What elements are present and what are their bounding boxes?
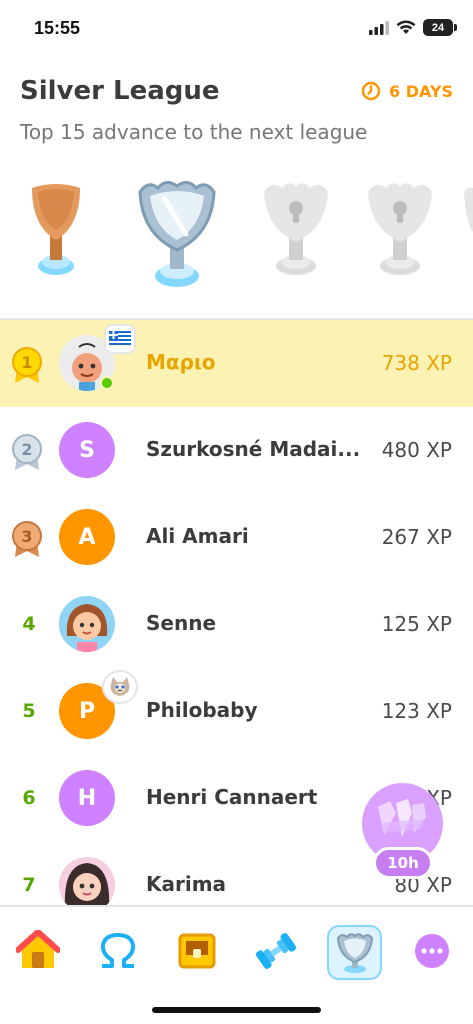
league-subtitle: Top 15 advance to the next league bbox=[20, 120, 368, 144]
user-xp: 738 XP bbox=[381, 351, 452, 375]
user-name: Szurkosné Madai... bbox=[146, 437, 361, 461]
user-xp: 267 XP bbox=[381, 525, 452, 549]
silver-medal-icon: 2 bbox=[12, 434, 42, 470]
user-name: Henri Cannaert bbox=[146, 785, 318, 809]
greece-flag-icon bbox=[109, 331, 131, 347]
user-name: Philobaby bbox=[146, 698, 258, 722]
league-title: Silver League bbox=[20, 76, 220, 106]
bronze-medal-icon: 3 bbox=[12, 521, 42, 557]
pet-badge bbox=[102, 670, 138, 704]
cat-icon bbox=[110, 677, 130, 696]
nav-leagues-tab[interactable] bbox=[327, 925, 382, 980]
home-icon bbox=[16, 930, 60, 968]
avatar[interactable]: H bbox=[59, 770, 115, 826]
days-left-text: 6 DAYS bbox=[389, 81, 453, 101]
avatar[interactable]: A bbox=[59, 509, 115, 565]
user-name: Karima bbox=[146, 872, 227, 896]
status-bar: 15:55 24 bbox=[0, 0, 473, 58]
user-avatar-icon bbox=[59, 596, 115, 652]
leagues-trophy-icon bbox=[336, 932, 373, 973]
omega-icon bbox=[100, 933, 136, 968]
wifi-icon bbox=[396, 20, 416, 34]
rank-number: 6 bbox=[22, 787, 36, 809]
avatar[interactable] bbox=[59, 596, 115, 652]
bronze-trophy-icon bbox=[32, 184, 80, 275]
locked-trophy-gold-icon bbox=[264, 183, 328, 275]
avatar[interactable] bbox=[59, 857, 115, 905]
dumbbell-icon bbox=[255, 933, 297, 969]
battery-indicator: 24 bbox=[423, 19, 457, 36]
signal-icon bbox=[369, 20, 389, 35]
user-name: Ali Amari bbox=[146, 524, 249, 548]
gold-medal-icon: 1 bbox=[12, 347, 42, 383]
user-name: Μαριο bbox=[146, 350, 216, 374]
leaderboard-row[interactable]: 2 S Szurkosné Madai... 480 XP bbox=[0, 407, 473, 494]
rank-number: 5 bbox=[22, 700, 36, 722]
chest-timer-badge: 10h bbox=[373, 847, 433, 879]
rank-number: 7 bbox=[22, 874, 36, 896]
nav-practice-tab[interactable] bbox=[250, 925, 302, 977]
user-xp: 123 XP bbox=[381, 699, 452, 723]
user-avatar-icon bbox=[59, 857, 115, 905]
online-status-dot bbox=[100, 376, 114, 390]
svg-text:3: 3 bbox=[21, 527, 32, 546]
leaderboard-row[interactable]: 4 Senne 125 XP bbox=[0, 581, 473, 668]
svg-text:1: 1 bbox=[21, 353, 32, 372]
nav-characters-tab[interactable] bbox=[92, 925, 144, 977]
leaderboard-row-current-user[interactable]: 1 Μαριο 738 XP bbox=[0, 320, 473, 407]
leaderboard-row[interactable]: 5 P Philobaby 123 XP bbox=[0, 668, 473, 755]
user-xp: 480 XP bbox=[381, 438, 452, 462]
nav-home-tab[interactable] bbox=[12, 925, 64, 977]
avatar[interactable]: S bbox=[59, 422, 115, 478]
treasure-chest-icon bbox=[178, 933, 216, 969]
status-time: 15:55 bbox=[34, 18, 81, 38]
user-name: Senne bbox=[146, 611, 217, 635]
user-xp: 125 XP bbox=[381, 612, 452, 636]
more-icon bbox=[415, 934, 449, 968]
svg-text:2: 2 bbox=[21, 440, 32, 459]
nav-more-tab[interactable] bbox=[406, 925, 458, 977]
clock-icon bbox=[361, 81, 381, 101]
locked-trophy-sapphire-icon bbox=[368, 183, 432, 275]
home-indicator bbox=[152, 1007, 321, 1013]
status-icons: 24 bbox=[369, 19, 457, 36]
days-left-badge: 6 DAYS bbox=[361, 81, 453, 101]
locked-trophy-partial-icon bbox=[464, 187, 473, 232]
flag-badge bbox=[104, 324, 136, 354]
nav-quests-tab[interactable] bbox=[171, 925, 223, 977]
rank-number: 4 bbox=[22, 613, 36, 635]
silver-trophy-icon bbox=[138, 181, 216, 287]
leaderboard-row[interactable]: 3 A Ali Amari 267 XP bbox=[0, 494, 473, 581]
league-trophy-row[interactable] bbox=[0, 178, 473, 288]
